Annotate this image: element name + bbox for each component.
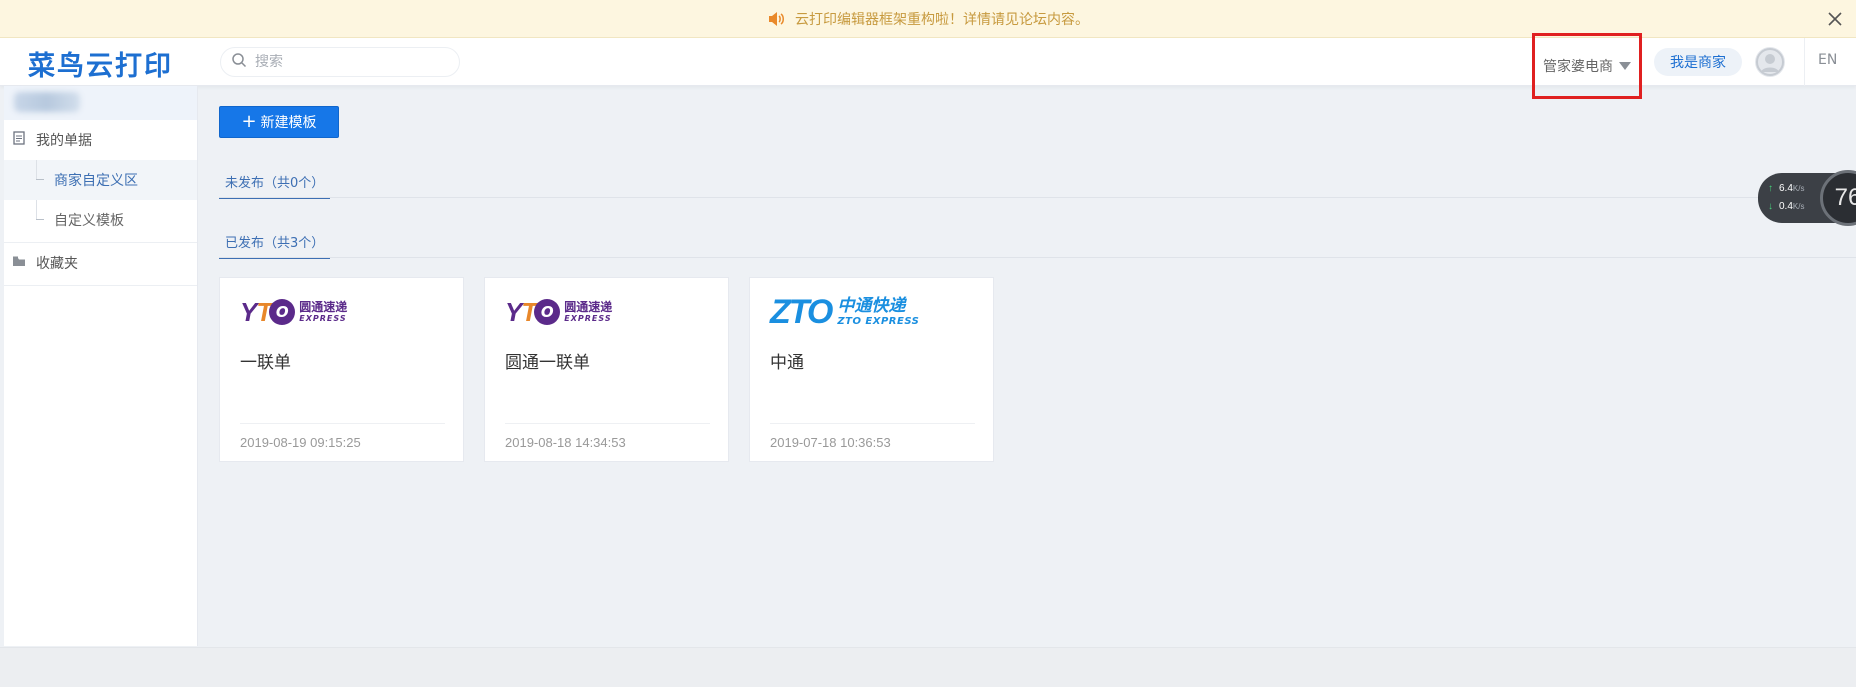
card-divider <box>505 423 710 424</box>
sidebar-item-my-docs[interactable]: 我的单据 <box>4 120 197 160</box>
card-divider <box>240 423 445 424</box>
sidebar-item-label: 收藏夹 <box>36 256 78 272</box>
tab-published[interactable]: 已发布（共3个） <box>219 232 331 259</box>
sidebar-item-merchant-custom[interactable]: 商家自定义区 <box>4 160 197 200</box>
sidebar-item-custom-templates[interactable]: 自定义模板 <box>4 200 197 240</box>
template-name: 圆通一联单 <box>505 353 590 373</box>
language-switch[interactable]: EN <box>1818 52 1837 68</box>
search-icon <box>231 52 247 72</box>
search-input[interactable] <box>255 54 445 70</box>
sidebar-item-label: 自定义模板 <box>54 213 124 229</box>
template-card[interactable]: YT O 圆通速递 EXPRESS 圆通一联单 2019-08-18 14:34:5… <box>484 277 729 462</box>
template-name: 中通 <box>770 353 804 373</box>
template-date: 2019-07-18 10:36:53 <box>770 435 891 450</box>
plus-icon: + <box>241 111 257 132</box>
network-speed-widget[interactable]: ↑ 6.4K/s ↓ 0.4K/s 76 <box>1758 170 1856 226</box>
upload-speed: ↑ 6.4K/s <box>1768 183 1805 194</box>
tree-tick <box>36 179 44 180</box>
speed-gauge: 76 <box>1820 170 1856 226</box>
new-template-label: 新建模板 <box>260 115 317 131</box>
folder-icon <box>12 254 36 272</box>
zto-logo: ZTO 中通快递 ZTO EXPRESS <box>770 293 920 331</box>
tree-line <box>36 200 37 220</box>
blurred-account-name <box>14 92 80 112</box>
template-card[interactable]: YT O 圆通速递 EXPRESS 一联单 2019-08-19 09:15:25 <box>219 277 464 462</box>
tab-unpublished[interactable]: 未发布（共0个） <box>219 172 331 199</box>
card-divider <box>770 423 975 424</box>
yto-logo: YT O 圆通速递 EXPRESS <box>505 296 613 327</box>
user-dropdown-label: 管家婆电商 <box>1543 59 1613 75</box>
new-template-button[interactable]: + 新建模板 <box>219 106 339 138</box>
sidebar-account <box>4 86 197 120</box>
tree-tick <box>36 219 44 220</box>
tree-line <box>36 160 37 180</box>
yto-logo: YT O 圆通速递 EXPRESS <box>240 296 348 327</box>
header-divider <box>1804 38 1805 86</box>
close-icon[interactable] <box>1826 10 1844 28</box>
search-box[interactable] <box>220 47 460 77</box>
sidebar-item-label: 我的单据 <box>36 133 92 149</box>
merchant-button[interactable]: 我是商家 <box>1654 48 1742 76</box>
template-name: 一联单 <box>240 353 291 373</box>
template-date: 2019-08-18 14:34:53 <box>505 435 626 450</box>
sidebar-item-favorites[interactable]: 收藏夹 <box>4 243 197 283</box>
download-speed: ↓ 0.4K/s <box>1768 201 1805 212</box>
caret-down-icon <box>1619 62 1631 70</box>
sidebar-item-label: 商家自定义区 <box>54 173 138 189</box>
template-card[interactable]: ZTO 中通快递 ZTO EXPRESS 中通 2019-07-18 10:36:… <box>749 277 994 462</box>
bottom-strip <box>0 647 1856 687</box>
template-date: 2019-08-19 09:15:25 <box>240 435 361 450</box>
avatar[interactable] <box>1755 47 1785 77</box>
arrow-down-icon: ↓ <box>1768 201 1773 212</box>
user-dropdown[interactable]: 管家婆电商 <box>1532 33 1642 99</box>
arrow-up-icon: ↑ <box>1768 183 1773 194</box>
tab-underline <box>219 257 1856 258</box>
speaker-icon <box>767 10 785 28</box>
sidebar-divider <box>4 285 197 286</box>
document-icon <box>12 131 36 149</box>
notice-text: 云打印编辑器框架重构啦！详情请见论坛内容。 <box>795 11 1089 28</box>
app-logo[interactable]: 菜鸟云打印 <box>28 44 173 83</box>
sidebar: 我的单据 商家自定义区 自定义模板 收藏夹 <box>4 86 198 646</box>
tab-underline <box>219 197 1856 198</box>
